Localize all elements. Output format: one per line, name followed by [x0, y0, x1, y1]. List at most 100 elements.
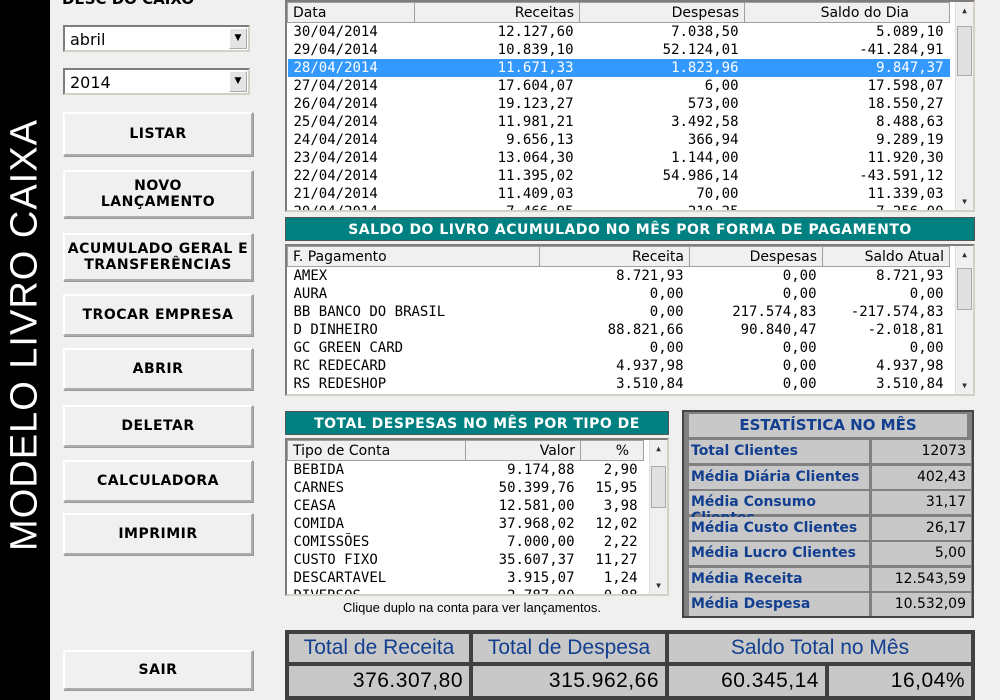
col-despesas[interactable]: Despesas [689, 246, 823, 267]
scroll-up-icon[interactable]: ▲ [650, 440, 667, 457]
col-data[interactable]: Data [287, 2, 415, 23]
table-row[interactable]: 30/04/2014 12.127,60 7.038,50 5.089,10 [288, 23, 950, 41]
table-cell: 88.821,66 [607, 321, 684, 338]
daily-grid[interactable]: Data Receitas Despesas Saldo do Dia 30/0… [285, 0, 975, 212]
col-saldo-dia[interactable]: Saldo do Dia [744, 2, 950, 23]
col-receita[interactable]: Receita [539, 246, 690, 267]
daily-scrollbar[interactable]: ▲ ▼ [955, 2, 973, 210]
table-cell: 18.550,27 [867, 95, 944, 112]
col-forma-pagamento[interactable]: F. Pagamento [287, 246, 540, 267]
table-row[interactable]: AURA 0,00 0,00 0,00 [288, 285, 950, 303]
table-row[interactable]: 27/04/2014 17.604,07 6,00 17.598,07 [288, 77, 950, 95]
scroll-thumb[interactable] [957, 268, 972, 310]
table-row[interactable]: DIVERSOS 2.787,00 0,88 [288, 587, 644, 596]
table-cell: -217.574,83 [850, 303, 944, 320]
scroll-thumb[interactable] [651, 466, 666, 508]
scroll-up-icon[interactable]: ▲ [956, 246, 973, 263]
table-cell: DIVERSOS [293, 587, 361, 596]
table-cell: 11.981,21 [497, 113, 574, 130]
col-receitas[interactable]: Receitas [414, 2, 580, 23]
stat-row: Média Lucro Clientes 5,00 [689, 542, 971, 566]
table-cell: 0,00 [782, 357, 817, 374]
table-row[interactable]: BEBIDA 9.174,88 2,90 [288, 461, 644, 479]
table-row[interactable]: 20/04/2014 7.466,95 210,25 7.256,00 [288, 203, 950, 211]
chevron-down-icon[interactable]: ▼ [229, 71, 247, 92]
table-row[interactable]: 25/04/2014 11.981,21 3.492,58 8.488,63 [288, 113, 950, 131]
table-cell: 0,00 [649, 285, 684, 302]
table-row[interactable]: COMIDA 37.968,02 12,02 [288, 515, 644, 533]
table-row[interactable]: 26/04/2014 19.123,27 573,00 18.550,27 [288, 95, 950, 113]
table-row[interactable]: 21/04/2014 11.409,03 70,00 11.339,03 [288, 185, 950, 203]
table-cell: AURA [293, 285, 328, 302]
acumulado-button[interactable]: ACUMULADO GERAL E TRANSFERÊNCIAS [63, 233, 253, 281]
table-row[interactable]: CUSTO FIXO 35.607,37 11,27 [288, 551, 644, 569]
month-select[interactable]: abril ▼ [63, 25, 250, 52]
expenses-scrollbar[interactable]: ▲ ▼ [649, 440, 667, 594]
table-row[interactable]: BB BANCO DO BRASIL 0,00 217.574,83 -217.574… [288, 303, 950, 321]
expenses-header: TOTAL DESPESAS NO MÊS POR TIPO DE CONTA [285, 411, 669, 456]
calculadora-button[interactable]: CALCULADORA [63, 460, 253, 502]
table-cell: 3.492,58 [671, 113, 739, 130]
imprimir-button[interactable]: IMPRIMIR [63, 513, 253, 555]
table-cell: 24/04/2014 [293, 131, 378, 148]
scroll-thumb[interactable] [957, 26, 972, 76]
expenses-grid[interactable]: Tipo de Conta Valor % BEBIDA 9.174,88 2,90… [285, 438, 669, 596]
table-row[interactable]: 24/04/2014 9.656,13 366,94 9.289,19 [288, 131, 950, 149]
novo-lancamento-button[interactable]: NOVO LANÇAMENTO [63, 170, 253, 218]
table-cell: 7.000,00 [507, 533, 575, 550]
stats-panel: ESTATÍSTICA NO MÊS Total Clientes 12073 Mé… [682, 410, 974, 618]
table-cell: 0,88 [603, 587, 638, 596]
scroll-down-icon[interactable]: ▼ [956, 377, 973, 394]
col-percent[interactable]: % [580, 440, 644, 461]
payment-scrollbar[interactable]: ▲ ▼ [955, 246, 973, 394]
table-row[interactable]: CEASA 12.581,00 3,98 [288, 497, 644, 515]
sair-label: SAIR [138, 662, 178, 678]
table-cell: 0,00 [782, 285, 817, 302]
listar-button[interactable]: LISTAR [63, 112, 253, 156]
table-row[interactable]: CARNES 50.399,76 15,95 [288, 479, 644, 497]
table-cell: GC GREEN CARD [293, 339, 404, 356]
table-cell: RC REDECARD [293, 357, 387, 374]
abrir-button[interactable]: ABRIR [63, 348, 253, 390]
scroll-up-icon[interactable]: ▲ [956, 2, 973, 19]
scroll-down-icon[interactable]: ▼ [650, 577, 667, 594]
trocar-label: TROCAR EMPRESA [82, 307, 234, 323]
table-cell: 0,00 [649, 339, 684, 356]
table-cell: 28/04/2014 [287, 58, 415, 77]
table-row[interactable]: 29/04/2014 10.839,10 52.124,01 -41.284,91 [288, 41, 950, 59]
payment-grid[interactable]: F. Pagamento Receita Despesas Saldo Atua… [285, 244, 975, 396]
trocar-empresa-button[interactable]: TROCAR EMPRESA [63, 294, 253, 336]
deletar-button[interactable]: DELETAR [63, 405, 253, 447]
table-row[interactable]: RC REDECARD 4.937,98 0,00 4.937,98 [288, 357, 950, 375]
scroll-down-icon[interactable]: ▼ [956, 193, 973, 210]
col-saldo-atual[interactable]: Saldo Atual [822, 246, 950, 267]
total-despesa-value: 315.962,66 [473, 666, 665, 696]
saldo-percent-value: 16,04% [829, 666, 971, 696]
chevron-down-icon[interactable]: ▼ [229, 28, 247, 49]
imprimir-label: IMPRIMIR [118, 526, 198, 542]
table-row[interactable]: 23/04/2014 13.064,30 1.144,00 11.920,30 [288, 149, 950, 167]
table-row[interactable]: GC GREEN CARD 0,00 0,00 0,00 [288, 339, 950, 357]
totals-panel: Total de Receita Total de Despesa Saldo … [285, 630, 975, 700]
table-row[interactable]: 22/04/2014 11.395,02 54.986,14 -43.591,12 [288, 167, 950, 185]
table-cell: 35.607,37 [498, 551, 575, 568]
table-row[interactable]: RS REDESHOP 3.510,84 0,00 3.510,84 [288, 375, 950, 393]
table-row[interactable]: COMISSÕES 7.000,00 2,22 [288, 533, 644, 551]
table-cell: 3,98 [603, 497, 638, 514]
table-row[interactable]: AMEX 8.721,93 0,00 8.721,93 [288, 267, 950, 285]
table-row[interactable]: D DINHEIRO 88.821,66 90.840,47 -2.018,81 [288, 321, 950, 339]
table-cell: 22/04/2014 [293, 167, 378, 184]
table-row[interactable]: DESCARTAVEL 3.915,07 1,24 [288, 569, 644, 587]
table-cell: 3.510,84 [616, 375, 684, 392]
col-despesas[interactable]: Despesas [579, 2, 745, 23]
table-cell: 0,00 [782, 339, 817, 356]
sair-button[interactable]: SAIR [63, 650, 253, 690]
col-tipo-conta[interactable]: Tipo de Conta [287, 440, 466, 461]
table-cell: 5.089,10 [876, 23, 944, 40]
table-cell: -43.591,12 [859, 167, 944, 184]
table-row[interactable]: 28/04/2014 11.671,33 1.823,96 9.847,37 [287, 58, 950, 77]
table-cell: 0,00 [909, 339, 944, 356]
table-cell: 25/04/2014 [293, 113, 378, 130]
col-valor[interactable]: Valor [465, 440, 581, 461]
year-select[interactable]: 2014 ▼ [63, 68, 250, 95]
